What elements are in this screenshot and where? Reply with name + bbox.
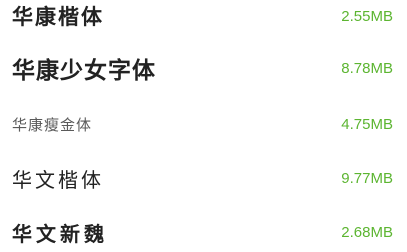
font-name: 华康少女字体 [12,58,156,84]
font-file-size: 2.68MB [341,223,393,241]
font-row-huawen-kaiti[interactable]: 华文楷体 9.77MB [0,158,407,198]
font-row-huawen-xinwei[interactable]: 华文新魏 2.68MB [0,212,407,252]
font-file-size: 8.78MB [341,59,393,77]
font-name: 华文楷体 [12,167,104,192]
font-file-size: 9.77MB [341,169,393,187]
font-row-huakang-kaiti[interactable]: 华康楷体 2.55MB [0,0,407,36]
font-list: 华康楷体 2.55MB 华康少女字体 8.78MB 华康瘦金体 4.75MB 华… [0,0,407,246]
font-file-size: 4.75MB [341,115,393,133]
font-file-size: 2.55MB [341,7,393,25]
font-row-huakang-shoujin[interactable]: 华康瘦金体 4.75MB [0,104,407,144]
font-name: 华文新魏 [12,221,108,246]
font-name: 华康瘦金体 [12,115,93,134]
font-name: 华康楷体 [12,5,104,29]
font-row-huakang-shaonv[interactable]: 华康少女字体 8.78MB [0,48,407,88]
